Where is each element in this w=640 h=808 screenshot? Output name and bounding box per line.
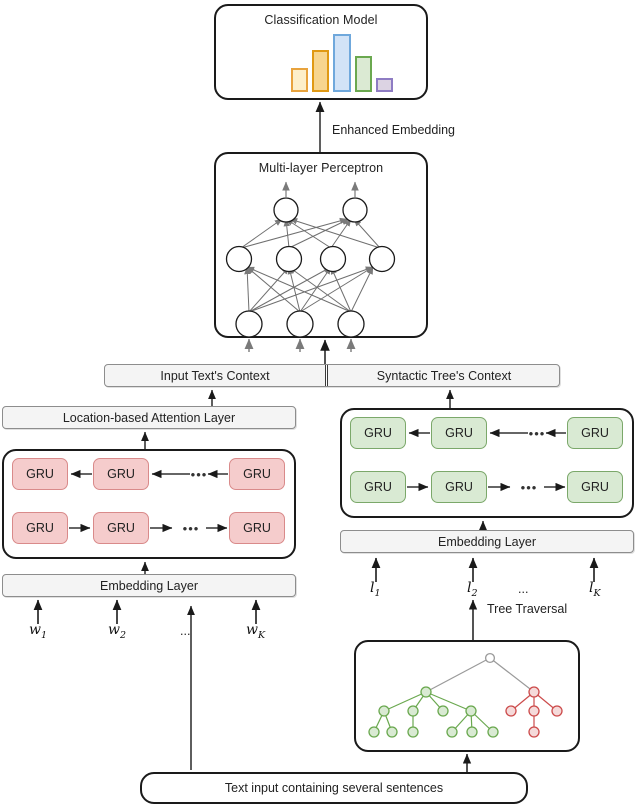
tree-backward-ellipsis: ••• <box>528 426 546 441</box>
word-label-k-base: w <box>246 622 258 638</box>
tree-label-k: lK <box>589 580 601 599</box>
word-label-2-base: w <box>108 622 120 638</box>
tree-label-1-sub: 1 <box>374 587 381 599</box>
input-text-box[interactable]: Text input containing several sentences <box>140 772 528 804</box>
attention-layer-bar: Location-based Attention Layer <box>2 406 296 429</box>
tree-backward-arrows <box>408 428 566 438</box>
context-bar-divider <box>325 365 328 386</box>
input-to-words-arrow <box>187 605 195 770</box>
tree-traversal-label: Tree Traversal <box>487 602 568 616</box>
context-to-mlp-arrow <box>320 339 330 364</box>
mlp-network <box>225 181 396 352</box>
classification-bar-chart <box>288 34 412 92</box>
word-label-2-sub: 2 <box>119 629 127 641</box>
context-bar: Input Text's Context Syntactic Tree's Co… <box>104 364 560 387</box>
text-backward-arrows <box>70 469 228 479</box>
tree-forward-ellipsis: ••• <box>520 480 538 495</box>
bar-5 <box>376 78 393 92</box>
tree-label-2: l2 <box>467 580 478 599</box>
tree-label-k-sub: K <box>593 587 601 599</box>
text-backward-ellipsis: ••• <box>190 467 208 482</box>
tree-bigru-to-context-arrow <box>446 389 454 410</box>
diagram-canvas: Classification Model Enhanced Embedding <box>0 0 640 808</box>
tree-forward-arrows <box>407 482 566 492</box>
syntactic-tree-context-label: Syntactic Tree's Context <box>376 368 512 383</box>
label-input-arrows <box>371 557 599 582</box>
word-label-k-sub: K <box>257 629 266 641</box>
tree-embedding-layer-bar: Embedding Layer <box>340 530 634 553</box>
input-text-label: Text input containing several sentences <box>224 781 444 795</box>
text-embedding-layer-bar: Embedding Layer <box>2 574 296 597</box>
tree-label-ellipsis: ... <box>518 582 529 596</box>
bar-4 <box>355 56 372 92</box>
input-to-tree-arrow <box>462 753 472 774</box>
word-label-1-base: w <box>29 622 41 638</box>
word-label-1: w1 <box>29 622 47 641</box>
word-input-arrows <box>33 599 261 624</box>
classification-model-box: Classification Model <box>214 4 428 100</box>
word-label-k: wK <box>246 622 265 641</box>
enhanced-embedding-label: Enhanced Embedding <box>332 123 456 137</box>
input-text-context-label: Input Text's Context <box>160 368 270 383</box>
bar-3 <box>333 34 351 92</box>
text-forward-arrows <box>69 523 228 533</box>
tree-label-1: l1 <box>370 580 381 599</box>
syntactic-tree-graph <box>368 652 563 738</box>
bar-1 <box>291 68 308 92</box>
word-label-2: w2 <box>108 622 126 641</box>
tree-traversal-arrow <box>468 599 478 642</box>
classification-model-label: Classification Model <box>264 13 378 27</box>
bar-2 <box>312 50 329 92</box>
word-label-1-sub: 1 <box>40 629 48 641</box>
text-forward-ellipsis: ••• <box>182 521 200 536</box>
